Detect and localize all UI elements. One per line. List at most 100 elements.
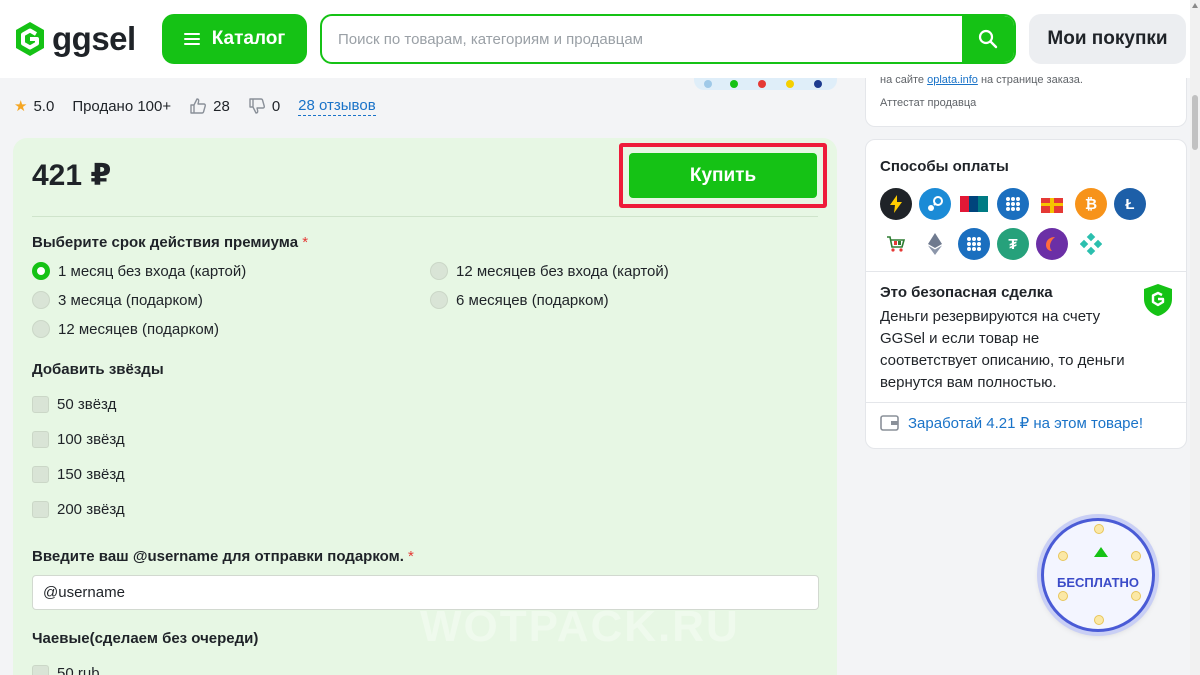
radio[interactable]: [32, 291, 50, 309]
star-icon: ★: [14, 98, 28, 115]
stars-option-200[interactable]: 200 звёзд: [32, 501, 125, 518]
safe-deal-title: Это безопасная сделка: [880, 284, 1053, 301]
checkbox[interactable]: [32, 665, 49, 675]
product-banner-partial: [694, 78, 837, 90]
payment-methods-title: Способы оплаты: [880, 158, 1009, 175]
bitcoin-icon: ₿: [1075, 188, 1107, 220]
earn-link[interactable]: Заработай 4.21 ₽ на этом товаре!: [880, 414, 1143, 432]
ggsel-logo[interactable]: ggsel: [14, 19, 136, 59]
premium-option-1m-card[interactable]: 1 месяц без входа (картой): [32, 262, 246, 280]
safe-deal-text: Деньги резервируются на счету GGSel и ес…: [880, 308, 1125, 391]
banner-dot: [814, 80, 822, 88]
premium-title-text: Выберите срок действия премиума: [32, 234, 299, 251]
checkbox[interactable]: [32, 396, 49, 413]
stars-option-50[interactable]: 50 звёзд: [32, 396, 116, 413]
note-prefix: на сайте: [880, 74, 925, 86]
stars-option-150[interactable]: 150 звёзд: [32, 466, 125, 483]
divider: [866, 402, 1186, 403]
option-label: 150 звёзд: [57, 466, 125, 483]
premium-option-12m-gift[interactable]: 12 месяцев (подарком): [32, 320, 219, 338]
ggsel-logo-icon: [16, 22, 44, 56]
seller-attest-link[interactable]: Аттестат продавца: [880, 97, 976, 109]
logo-text: ggsel: [52, 20, 136, 57]
phone-icon: [1036, 228, 1068, 260]
option-label: 100 звёзд: [57, 431, 125, 448]
product-stats: ★ 5.0 Продано 100+ 28 0 28 отзывов: [14, 96, 376, 116]
required-mark: *: [408, 548, 414, 565]
checkbox[interactable]: [32, 466, 49, 483]
stars-option-100[interactable]: 100 звёзд: [32, 431, 125, 448]
webmoney-icon: [997, 188, 1029, 220]
option-label: 50 звёзд: [57, 396, 117, 413]
premium-option-3m-gift[interactable]: 3 месяца (подарком): [32, 291, 203, 309]
catalog-button[interactable]: Каталог: [162, 14, 307, 64]
radio[interactable]: [430, 262, 448, 280]
premium-option-6m-gift[interactable]: 6 месяцев (подарком): [430, 291, 609, 309]
tether-icon: ₮: [997, 228, 1029, 260]
dislikes-count: 0: [271, 97, 281, 115]
earn-text: Заработай 4.21 ₽ на этом товаре!: [908, 415, 1144, 432]
username-section-title: Введите ваш @username для отправки подар…: [32, 548, 414, 565]
coin-icon: [1058, 591, 1068, 601]
radio[interactable]: [32, 320, 50, 338]
oplata-link[interactable]: oplata.info: [927, 74, 978, 86]
thumbs-down-icon: [249, 98, 265, 114]
arrow-up-icon: [1094, 547, 1108, 557]
ethereum-icon: [919, 228, 951, 260]
seller-info-card: на сайте oplata.info на странице заказа.…: [865, 74, 1187, 127]
sold-count: Продано 100+: [72, 97, 172, 115]
checkbox[interactable]: [32, 431, 49, 448]
divider: [866, 271, 1186, 272]
note-suffix: на странице заказа.: [980, 74, 1083, 86]
option-label: 3 месяца (подарком): [58, 291, 203, 309]
cart-icon: [880, 228, 912, 260]
coin-icon: [1058, 551, 1068, 561]
checkbox[interactable]: [32, 501, 49, 518]
buy-button[interactable]: Купить: [629, 153, 817, 198]
banner-dot: [758, 80, 766, 88]
premium-option-12m-card[interactable]: 12 месяцев без входа (картой): [430, 262, 669, 280]
scroll-up-icon[interactable]: [1192, 3, 1198, 8]
lightning-icon: [880, 188, 912, 220]
dislikes: 0: [248, 97, 280, 115]
free-promo-badge[interactable]: БЕСПЛАТНО: [1041, 518, 1155, 632]
banner-dot: [730, 80, 738, 88]
option-label: 12 месяцев без входа (картой): [456, 262, 669, 280]
likes-count: 28: [213, 97, 230, 115]
payment-card: Способы оплаты ₿ Ł ₮ Это безопасная сдел…: [865, 139, 1187, 449]
rating-value: 5.0: [33, 97, 55, 115]
search-input[interactable]: [322, 16, 962, 62]
username-title-text: Введите ваш @username для отправки подар…: [32, 548, 404, 565]
litecoin-icon: Ł: [1114, 188, 1146, 220]
wallet-icon: [880, 415, 899, 431]
purchase-form-card: 421 ₽ Купить Выберите срок действия прем…: [13, 138, 837, 675]
reviews-link[interactable]: 28 отзывов: [298, 97, 376, 116]
option-label: 12 месяцев (подарком): [58, 320, 219, 338]
menu-icon: [183, 33, 200, 45]
shield-icon: [1144, 284, 1172, 316]
my-purchases-button[interactable]: Мои покупки: [1029, 14, 1186, 64]
tips-section-title: Чаевые(сделаем без очереди): [32, 630, 259, 647]
free-badge-label: БЕСПЛАТНО: [1056, 574, 1140, 590]
option-label: 200 звёзд: [57, 501, 125, 518]
product-price: 421 ₽: [32, 159, 112, 192]
stars-section-title: Добавить звёзды: [32, 361, 164, 378]
tips-option-50[interactable]: 50 rub: [32, 665, 100, 675]
radio-checked[interactable]: [32, 262, 50, 280]
search-button[interactable]: [962, 16, 1014, 62]
page-scrollbar[interactable]: [1190, 0, 1200, 675]
watermark: WOTPACK.RU: [420, 602, 740, 651]
coin-icon: [1094, 524, 1104, 534]
option-label: 50 rub: [57, 665, 100, 675]
site-header: ggsel Каталог Мои покупки: [0, 0, 1200, 78]
search-icon: [978, 29, 998, 49]
required-mark: *: [302, 234, 309, 251]
thumbs-up-icon: [190, 98, 207, 114]
option-label: 1 месяц без входа (картой): [58, 262, 247, 280]
premium-section-title: Выберите срок действия премиума *: [32, 234, 308, 251]
radio[interactable]: [430, 291, 448, 309]
banner-dot: [704, 80, 712, 88]
scroll-thumb[interactable]: [1192, 95, 1198, 150]
unionpay-icon: [958, 188, 990, 220]
steam-icon: [919, 188, 951, 220]
